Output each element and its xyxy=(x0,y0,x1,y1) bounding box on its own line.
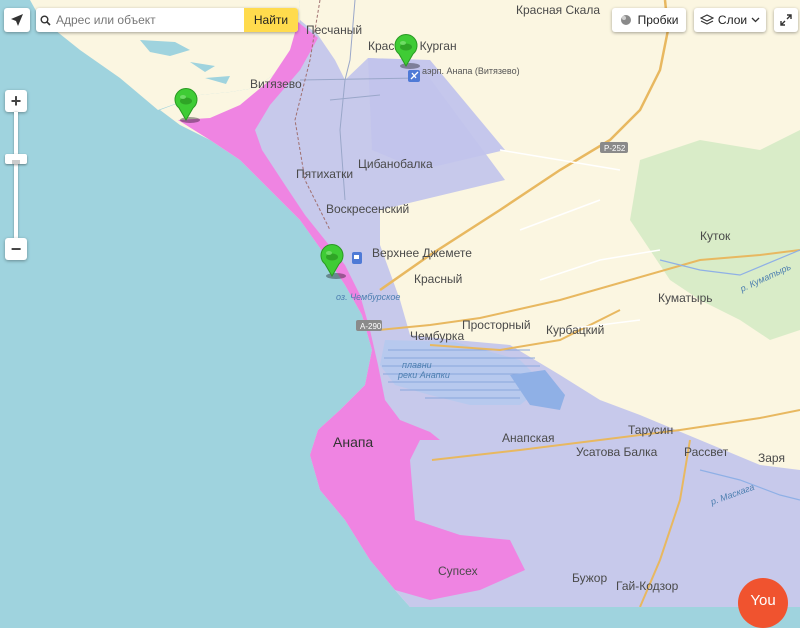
svg-text:Куток: Куток xyxy=(700,229,731,243)
fullscreen-button[interactable] xyxy=(774,8,798,32)
map-canvas[interactable]: Р-252 А-290 Песчаный Красная Скала Красн… xyxy=(0,0,800,607)
svg-text:Бужор: Бужор xyxy=(572,571,607,585)
svg-text:Красная Скала: Красная Скала xyxy=(516,3,600,17)
svg-text:оз. Чембурское: оз. Чембурское xyxy=(336,292,400,302)
plus-icon: + xyxy=(10,90,22,111)
minus-icon: − xyxy=(10,238,22,259)
svg-text:Тарусин: Тарусин xyxy=(628,423,673,437)
zoom-slider-track[interactable] xyxy=(14,112,18,238)
search-input[interactable] xyxy=(54,8,244,32)
geolocation-button[interactable] xyxy=(4,8,30,32)
svg-text:Супсех: Супсех xyxy=(438,564,478,578)
svg-text:аэрп. Анапа (Витязево): аэрп. Анапа (Витязево) xyxy=(422,66,520,76)
svg-text:Цибанобалка: Цибанобалка xyxy=(358,157,433,171)
svg-text:Р-252: Р-252 xyxy=(604,144,626,153)
layers-icon xyxy=(699,14,714,25)
svg-text:Верхнее Джемете: Верхнее Джемете xyxy=(372,246,472,260)
svg-text:плавни: плавни xyxy=(402,360,432,370)
traffic-icon xyxy=(620,15,631,25)
svg-text:Витязево: Витязево xyxy=(250,77,302,91)
road-badge-r252: Р-252 xyxy=(600,142,628,153)
traffic-button[interactable]: Пробки xyxy=(612,8,686,32)
svg-text:Просторный: Просторный xyxy=(462,318,531,332)
svg-text:Анапская: Анапская xyxy=(502,431,555,445)
expand-icon xyxy=(780,14,792,26)
search-box: Найти xyxy=(36,8,298,32)
location-arrow-icon xyxy=(11,14,23,26)
svg-text:Усатова Балка: Усатова Балка xyxy=(576,445,658,459)
zoom-slider-thumb[interactable] xyxy=(5,154,27,164)
zoom-in-button[interactable]: + xyxy=(5,90,27,112)
svg-text:Гай-Кодзор: Гай-Кодзор xyxy=(616,579,679,593)
search-button[interactable]: Найти xyxy=(244,8,298,32)
svg-text:Песчаный: Песчаный xyxy=(306,23,362,37)
chevron-down-icon xyxy=(751,17,760,23)
svg-text:Заря: Заря xyxy=(758,451,785,465)
svg-text:реки Анапки: реки Анапки xyxy=(397,370,450,380)
svg-text:Воскресенский: Воскресенский xyxy=(326,202,409,216)
you-button[interactable]: You xyxy=(738,578,788,628)
svg-text:Рассвет: Рассвет xyxy=(684,445,729,459)
fuel-station-icon xyxy=(352,252,362,264)
zoom-out-button[interactable]: − xyxy=(5,238,27,260)
layers-button[interactable]: Слои xyxy=(694,8,766,32)
svg-text:Анапа: Анапа xyxy=(333,434,373,450)
svg-text:Чембурка: Чембурка xyxy=(410,329,464,343)
grip-icon xyxy=(12,160,20,164)
svg-text:Курбацкий: Курбацкий xyxy=(546,323,604,337)
svg-text:А-290: А-290 xyxy=(360,322,382,331)
traffic-label: Пробки xyxy=(637,13,679,27)
layers-label: Слои xyxy=(717,13,748,27)
svg-text:Куматырь: Куматырь xyxy=(658,291,713,305)
svg-text:Пятихатки: Пятихатки xyxy=(296,167,353,181)
svg-text:Красный: Красный xyxy=(414,272,462,286)
road-badge-a290: А-290 xyxy=(356,320,382,331)
airport-icon xyxy=(408,70,420,82)
search-icon xyxy=(36,8,54,32)
